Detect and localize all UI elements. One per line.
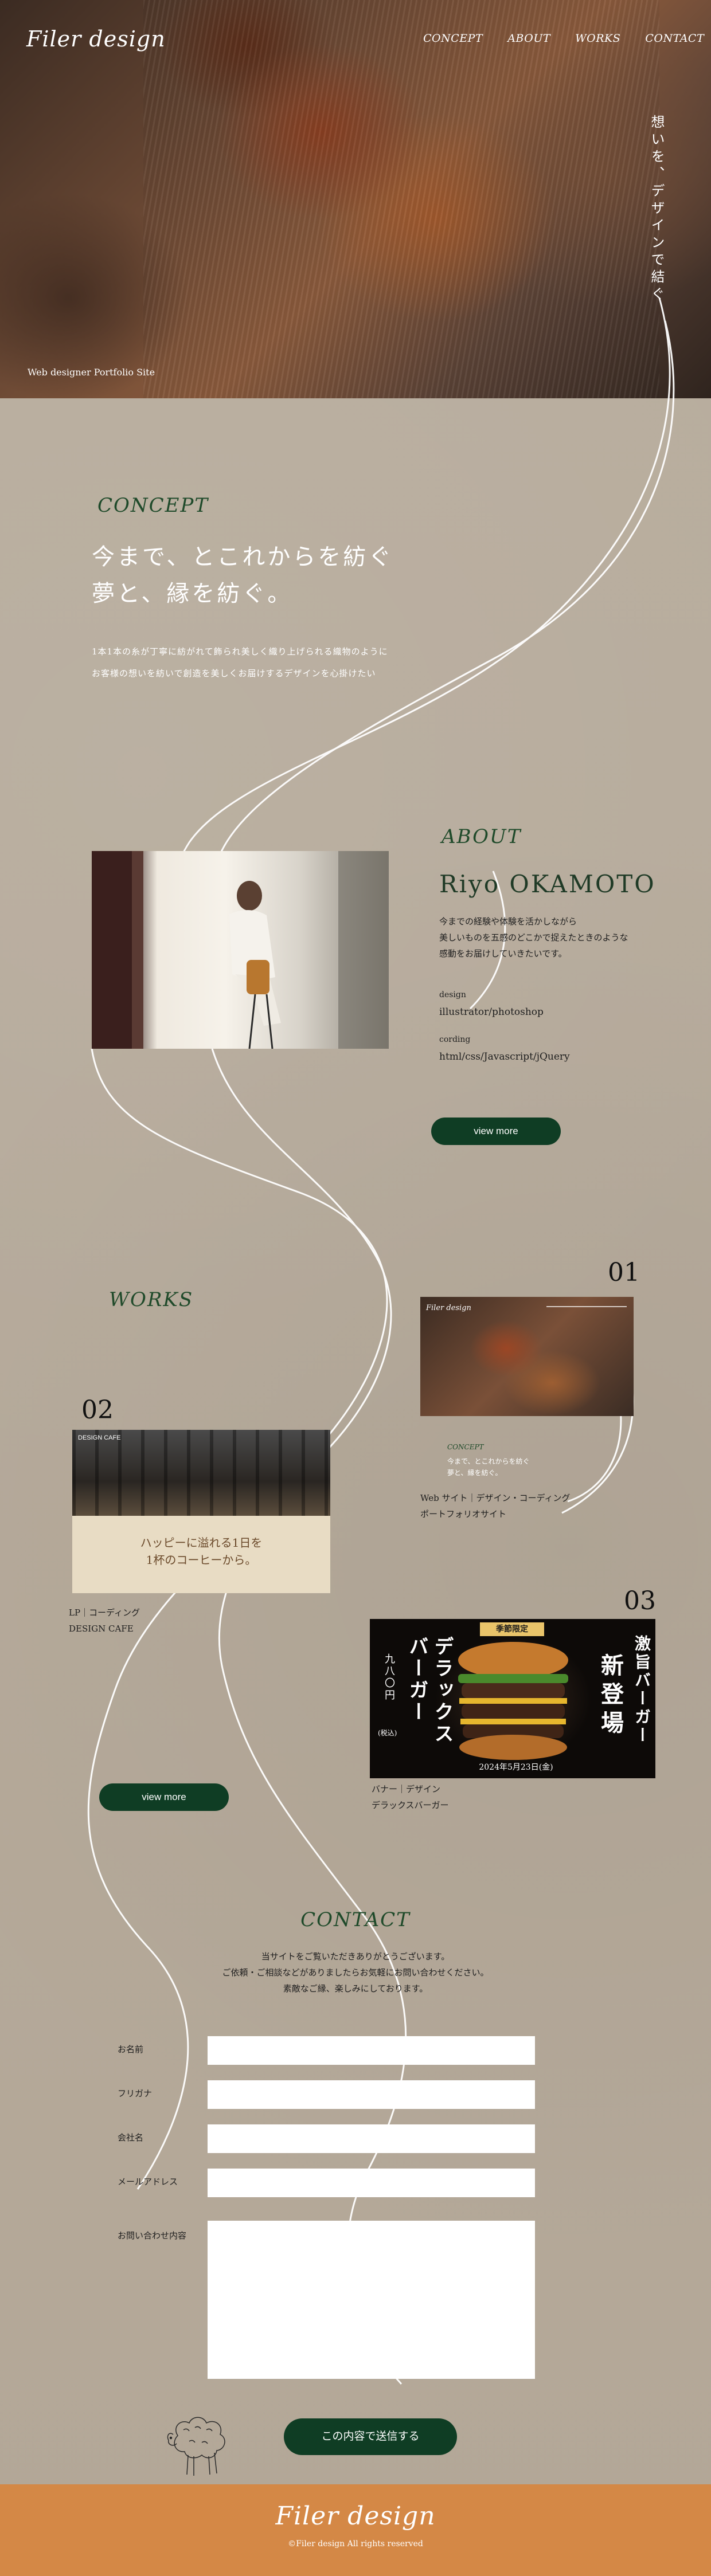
work-01-caption-line-1: Web サイト｜デザイン・コーディング [420, 1493, 571, 1503]
contact-submit-button[interactable]: この内容で送信する [284, 2418, 457, 2455]
contact-furigana-input[interactable] [208, 2080, 535, 2109]
contact-furigana-label: フリガナ [118, 2088, 153, 2099]
work-02-thumb-logo: DESIGN CAFE [78, 1434, 121, 1441]
work-02-cafe-photo [72, 1430, 330, 1516]
work-02-thumbnail[interactable]: DESIGN CAFE ハッピーに溢れる1日を 1杯のコーヒーから。 [72, 1430, 330, 1593]
footer-copyright: ©Filer design All rights reserved [288, 2539, 423, 2548]
work-01-thumb-concept: CONCEPT [447, 1443, 484, 1451]
about-view-more-button[interactable]: view more [431, 1118, 561, 1145]
about-coding-tools: html/css/Javascript/jQuery [439, 1051, 570, 1062]
work-03-thumb-tax: (税込) [378, 1729, 397, 1737]
contact-intro-line-1: 当サイトをご覧いただきありがとうございます。 [261, 1951, 450, 1962]
work-01-caption-line-2: ポートフォリオサイト [420, 1509, 507, 1519]
concept-lead: 今まで、とこれからを紡ぐ 夢と、縁を紡ぐ。 [92, 539, 393, 612]
work-03-thumb-badge: 季節限定 [480, 1622, 544, 1636]
contact-email-input[interactable] [208, 2169, 535, 2197]
work-02-caption-line-1: LP｜コーディング [69, 1607, 140, 1618]
work-02-thumb-headline-1: ハッピーに溢れる1日を [140, 1536, 263, 1550]
about-design-tools: illustrator/photoshop [439, 1006, 544, 1018]
work-02-number: 02 [81, 1395, 114, 1425]
work-02-thumb-headline: ハッピーに溢れる1日を 1杯のコーヒーから。 [72, 1534, 330, 1569]
contact-intro: 当サイトをご覧いただきありがとうございます。 ご依頼・ご相談などがありましたらお… [0, 1948, 711, 1997]
contact-message-textarea[interactable] [208, 2221, 535, 2379]
work-01-thumb-nav [546, 1306, 627, 1307]
about-bio: 今までの経験や体験を活かしながら 美しいものを五感のどこかで捉えたときのような … [439, 913, 628, 962]
sheep-illustration [167, 2417, 225, 2476]
contact-company-label: 会社名 [118, 2132, 144, 2143]
concept-lead-line-1: 今まで、とこれからを紡ぐ [92, 544, 394, 570]
work-03-thumb-title1: 激旨バーガー [632, 1635, 651, 1745]
burger-illustration [458, 1642, 568, 1760]
work-01-thumb-logo: Filer design [426, 1304, 471, 1312]
work-02-thumb-headline-2: 1杯のコーヒーから。 [146, 1553, 257, 1567]
about-bio-line-3: 感動をお届けしていきたいです。 [439, 948, 567, 959]
footer: Filer design ©Filer design All rights re… [0, 2484, 711, 2576]
work-01-thumb-lead-2: 夢と、縁を紡ぐ。 [447, 1469, 502, 1477]
about-bio-line-1: 今までの経験や体験を活かしながら [439, 916, 577, 927]
work-03-thumb-title3: デラックスバーガー [405, 1636, 454, 1745]
contact-company-input[interactable] [208, 2124, 535, 2153]
work-02-caption: LP｜コーディング DESIGN CAFE [69, 1605, 140, 1637]
work-03-number: 03 [624, 1586, 656, 1616]
work-01-thumbnail[interactable]: Filer design [420, 1297, 634, 1416]
work-01-thumb-lead-1: 今まで、とこれからを紡ぐ [447, 1457, 530, 1465]
works-view-more-button[interactable]: view more [99, 1783, 229, 1811]
contact-intro-line-3: 素敵なご縁、楽しみにしております。 [283, 1983, 428, 1994]
concept-body: 1本1本の糸が丁寧に紡がれて飾られ美しく織り上げられる織物のように お客様の想い… [92, 641, 388, 684]
about-design-label: design [439, 990, 466, 999]
contact-message-label: お問い合わせ内容 [118, 2230, 187, 2241]
work-03-thumbnail[interactable]: 季節限定 激旨バーガー 新登場 デラックスバーガー 九八〇円 (税込) 2024… [370, 1619, 655, 1778]
contact-intro-line-2: ご依頼・ご相談などがありましたらお気軽にお問い合わせください。 [222, 1967, 489, 1978]
work-01-number: 01 [608, 1258, 640, 1287]
works-heading: WORKS [109, 1288, 194, 1311]
work-03-thumb-date: 2024年5月23日(金) [479, 1763, 553, 1772]
work-03-thumb-title2: 新登場 [597, 1653, 624, 1739]
about-coding-label: cording [439, 1035, 471, 1044]
about-bio-line-2: 美しいものを五感のどこかで捉えたときのような [439, 932, 628, 943]
contact-heading: CONTACT [300, 1908, 411, 1931]
concept-body-line-2: お客様の想いを紡いで創造を美しくお届けするデザインを心掛けたい [92, 668, 376, 679]
contact-name-label: お名前 [118, 2044, 144, 2054]
footer-logo[interactable]: Filer design [0, 2501, 711, 2531]
concept-body-line-1: 1本1本の糸が丁寧に紡がれて飾られ美しく織り上げられる織物のように [92, 646, 388, 657]
work-03-caption-line-2: デラックスバーガー [372, 1800, 449, 1810]
work-03-caption-line-1: バナー｜デザイン [372, 1784, 441, 1794]
about-heading: ABOUT [442, 825, 522, 848]
profile-photo-figure [92, 851, 389, 1049]
about-profile-photo [92, 851, 389, 1049]
work-03-thumb-price: 九八〇円 [383, 1653, 395, 1701]
work-03-caption: バナー｜デザイン デラックスバーガー [372, 1781, 449, 1813]
work-01-caption: Web サイト｜デザイン・コーディング ポートフォリオサイト [420, 1490, 570, 1522]
contact-email-label: メールアドレス [118, 2177, 178, 2187]
work-02-caption-line-2: DESIGN CAFE [69, 1624, 134, 1634]
concept-lead-line-2: 夢と、縁を紡ぐ。 [92, 581, 293, 607]
about-name: Riyo OKAMOTO [439, 870, 656, 898]
concept-heading: CONCEPT [97, 494, 209, 517]
work-01-thumb-lead: 今まで、とこれからを紡ぐ 夢と、縁を紡ぐ。 [447, 1456, 530, 1479]
contact-name-input[interactable] [208, 2036, 535, 2065]
